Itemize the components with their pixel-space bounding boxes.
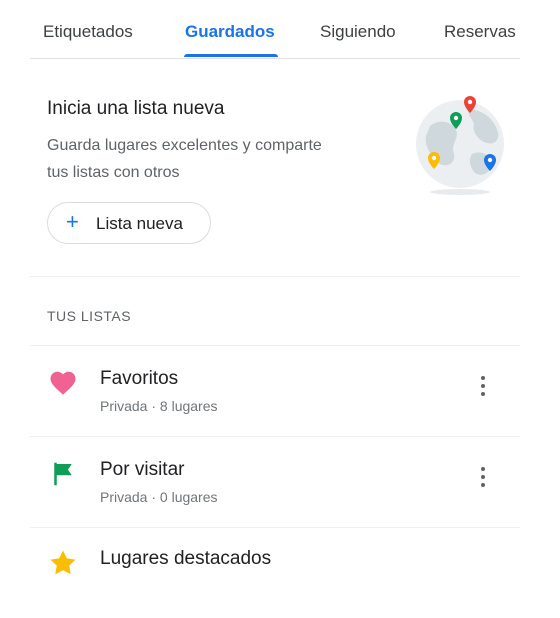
list-item-por-visitar[interactable]: Por visitar Privada · 0 lugares bbox=[30, 437, 520, 527]
more-options-icon[interactable] bbox=[472, 463, 496, 493]
tab-bar: Etiquetados Guardados Siguiendo Reservas bbox=[30, 0, 530, 60]
list-item-lugares-destacados[interactable]: Lugares destacados bbox=[30, 528, 520, 618]
list-name: Lugares destacados bbox=[100, 548, 272, 569]
tab-etiquetados[interactable]: Etiquetados bbox=[43, 22, 133, 42]
promo-description: Guarda lugares excelentes y comparte tus… bbox=[47, 137, 322, 181]
globe-illustration bbox=[416, 96, 504, 195]
flag-icon bbox=[54, 462, 72, 486]
tab-reservas[interactable]: Reservas bbox=[444, 22, 516, 42]
star-icon bbox=[50, 550, 76, 575]
list-name: Favoritos bbox=[100, 368, 179, 389]
list-name: Por visitar bbox=[100, 459, 185, 480]
list-meta: Privada · 8 lugares bbox=[100, 398, 218, 414]
section-divider bbox=[30, 276, 520, 277]
list-item-favoritos[interactable]: Favoritos Privada · 8 lugares bbox=[30, 346, 520, 436]
tab-guardados[interactable]: Guardados bbox=[185, 22, 275, 42]
active-tab-indicator bbox=[184, 54, 278, 57]
list-meta: Privada · 0 lugares bbox=[100, 489, 218, 505]
section-title: TUS LISTAS bbox=[47, 308, 132, 324]
tab-bar-divider bbox=[30, 58, 520, 59]
tab-siguiendo[interactable]: Siguiendo bbox=[320, 22, 396, 42]
new-list-label: Lista nueva bbox=[96, 214, 183, 233]
more-options-icon[interactable] bbox=[472, 372, 496, 402]
heart-icon bbox=[50, 371, 76, 395]
plus-icon: + bbox=[66, 209, 79, 234]
promo-title: Inicia una lista nueva bbox=[47, 98, 225, 119]
new-list-button[interactable]: + Lista nueva bbox=[47, 202, 211, 244]
